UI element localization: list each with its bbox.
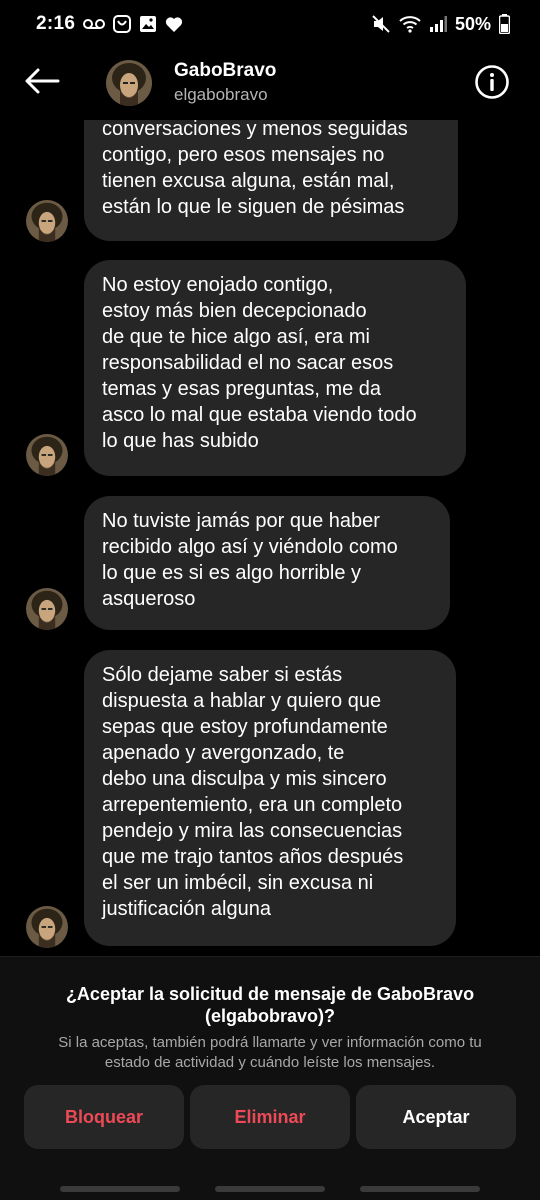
back-arrow-icon [25,68,60,94]
message-bubble[interactable]: Sólo dejame saber si estás dispuesta a h… [84,650,456,946]
navigation-bar [0,1184,540,1200]
info-button[interactable] [474,64,510,100]
status-bar: 2:16 50% [0,0,540,48]
signal-icon [429,16,447,32]
avatar [26,906,68,948]
notification-app-icon [113,15,132,33]
status-right: 50% [371,14,510,35]
avatar [26,588,68,630]
message-request-panel: ¿Aceptar la solicitud de mensaje de Gabo… [0,956,540,1200]
gallery-icon [139,15,157,33]
message-bubble[interactable]: No estoy enojado contigo, estoy más bien… [84,260,466,476]
back-button[interactable] [22,64,62,98]
nav-handle[interactable] [215,1186,325,1192]
battery-icon [499,14,510,34]
message-bubble[interactable]: conversaciones y menos seguidas contigo,… [84,120,458,241]
message-list[interactable]: conversaciones y menos seguidas contigo,… [0,120,540,956]
request-description: Si la aceptas, también podrá llamarte y … [58,1034,482,1071]
avatar[interactable] [106,60,152,106]
voicemail-icon [83,17,106,31]
wifi-icon [399,15,421,33]
block-button[interactable]: Bloquear [24,1085,184,1149]
heart-icon [165,16,183,33]
nav-handle[interactable] [60,1186,180,1192]
chat-header: GaboBravo elgabobravo [0,48,540,120]
info-icon [475,65,509,99]
message-bubble[interactable]: No tuviste jamás por que haber recibido … [84,496,450,630]
status-left: 2:16 [36,13,183,35]
status-time: 2:16 [36,13,76,34]
delete-button[interactable]: Eliminar [190,1085,350,1149]
header-handle: elgabobravo [174,85,268,104]
request-title: ¿Aceptar la solicitud de mensaje de Gabo… [65,984,475,1026]
header-username: GaboBravo [174,60,277,81]
accept-button[interactable]: Aceptar [356,1085,516,1149]
nav-handle[interactable] [360,1186,480,1192]
header-names[interactable]: GaboBravo elgabobravo [174,60,276,108]
battery-percent: 50% [454,13,491,34]
mute-icon [371,14,391,34]
avatar [26,434,68,476]
avatar [26,200,68,242]
